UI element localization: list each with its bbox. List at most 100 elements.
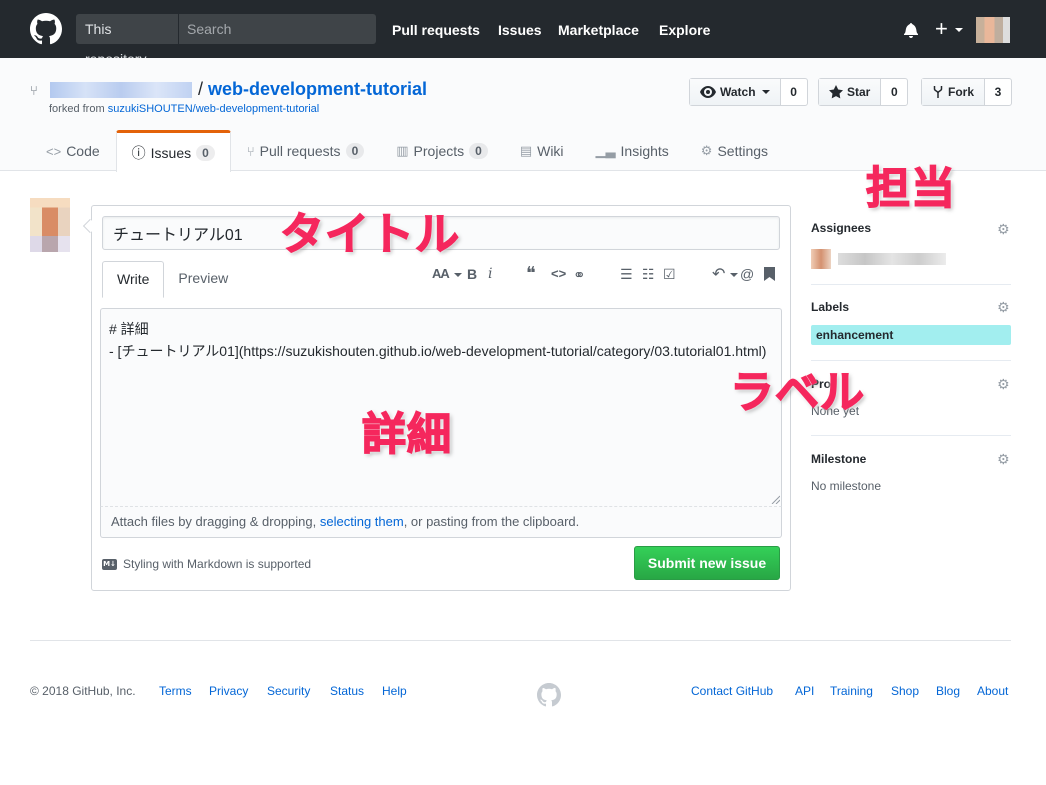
forked-from-prefix: forked from (49, 103, 105, 115)
text-size-button[interactable]: AA (432, 266, 450, 281)
user-avatar[interactable] (976, 17, 1010, 43)
milestone-gear-icon[interactable]: ⚙ (997, 451, 1011, 467)
sidebar-labels[interactable]: Labels ⚙ (811, 299, 1011, 315)
watch-count[interactable]: 0 (781, 79, 807, 105)
footer-link-api[interactable]: API (795, 684, 814, 698)
code-button[interactable]: <> (551, 266, 566, 281)
sidebar-milestone[interactable]: Milestone ⚙ (811, 451, 1011, 467)
tab-write[interactable]: Write (102, 261, 165, 298)
footer-link-terms[interactable]: Terms (159, 684, 192, 698)
milestone-value: No milestone (811, 479, 882, 493)
fork-button[interactable]: Fork (922, 79, 986, 105)
bold-button[interactable]: B (467, 266, 477, 282)
nav-issues[interactable]: Issues (498, 22, 542, 38)
annotation-label: ラベル (729, 366, 865, 419)
tab-pull-requests-label: Pull requests (259, 143, 341, 159)
assignee-name (838, 253, 946, 265)
repo-forked-icon: ⑂ (30, 83, 38, 98)
footer-link-about[interactable]: About (977, 684, 1008, 698)
star-button[interactable]: Star (819, 79, 882, 105)
bell-icon[interactable] (903, 22, 919, 38)
footer-link-shop[interactable]: Shop (891, 684, 919, 698)
project-icon: ▥ (396, 143, 409, 158)
tab-preview[interactable]: Preview (164, 261, 242, 297)
fork-count[interactable]: 3 (985, 79, 1011, 105)
ordered-list-button[interactable]: ☷ (642, 266, 655, 283)
chevron-down-icon[interactable] (730, 273, 738, 277)
search-form: This repository (76, 14, 376, 67)
reply-button[interactable]: ↶ (712, 264, 725, 284)
tab-issues-count: 0 (196, 144, 215, 161)
markdown-icon: M↓ (102, 558, 117, 570)
tab-pull-requests[interactable]: ⑂ Pull requests 0 (231, 130, 380, 171)
search-scope-label: This repository (76, 14, 179, 67)
nav-explore[interactable]: Explore (659, 22, 710, 38)
tab-wiki[interactable]: ▤ Wiki (504, 130, 580, 171)
tab-pull-requests-count: 0 (345, 143, 365, 159)
code-icon: <> (46, 143, 62, 159)
attach-files-bar[interactable]: Attach files by dragging & dropping, sel… (100, 506, 782, 538)
attach-text-post: , or pasting from the clipboard. (403, 514, 580, 529)
footer-link-training[interactable]: Training (830, 684, 873, 698)
tab-issues[interactable]: ⓘ Issues 0 (115, 130, 231, 172)
footer-link-status[interactable]: Status (330, 684, 364, 698)
markdown-note-text[interactable]: Styling with Markdown is supported (123, 557, 311, 571)
tab-projects[interactable]: ▥ Projects 0 (380, 130, 504, 171)
tab-insights[interactable]: ▁▃ Insights (580, 130, 685, 171)
github-footer-logo-icon[interactable] (537, 683, 561, 707)
tab-projects-count: 0 (469, 143, 488, 159)
assignee-avatar (811, 249, 831, 269)
nav-pull-requests[interactable]: Pull requests (392, 22, 480, 38)
nav-marketplace[interactable]: Marketplace (558, 22, 639, 38)
sidebar-assignees[interactable]: Assignees ⚙ (811, 221, 1011, 237)
footer-link-contact[interactable]: Contact GitHub (691, 684, 773, 698)
repo-name-link[interactable]: web-development-tutorial (208, 79, 427, 100)
attach-text-pre: Attach files by dragging & dropping, (111, 514, 320, 529)
submit-new-issue-button[interactable]: Submit new issue (634, 546, 780, 580)
unordered-list-button[interactable]: ☰ (620, 266, 633, 283)
create-new-caret-icon[interactable] (955, 28, 963, 32)
tab-settings-label: Settings (717, 143, 769, 159)
forked-from-link[interactable]: suzukiSHOUTEN/web-development-tutorial (108, 103, 320, 115)
git-pull-request-icon: ⑂ (246, 143, 255, 159)
create-new-plus-icon[interactable]: + (935, 17, 948, 41)
footer-link-privacy[interactable]: Privacy (209, 684, 248, 698)
select-files-link[interactable]: selecting them (320, 514, 404, 529)
footer-link-blog[interactable]: Blog (936, 684, 960, 698)
watch-button[interactable]: Watch (690, 79, 781, 105)
chevron-down-icon[interactable] (454, 273, 462, 277)
markdown-note: M↓ Styling with Markdown is supported (102, 557, 311, 571)
footer-copyright: © 2018 GitHub, Inc. (30, 684, 136, 698)
italic-button[interactable]: i (488, 266, 492, 282)
resize-handle-icon[interactable] (770, 494, 780, 504)
tab-settings[interactable]: ⚙ Settings (685, 130, 784, 171)
footer-divider (30, 640, 1011, 641)
graph-icon: ▁▃ (595, 143, 616, 158)
mention-button[interactable]: @ (740, 266, 754, 282)
tab-code[interactable]: <> Code (30, 130, 116, 171)
link-button[interactable]: ⚭ (573, 266, 586, 284)
footer-link-security[interactable]: Security (267, 684, 310, 698)
labels-gear-icon[interactable]: ⚙ (997, 299, 1011, 315)
fork-label: Fork (948, 85, 975, 99)
repo-owner-link[interactable] (50, 82, 192, 98)
issue-opened-icon: ⓘ (131, 144, 146, 161)
footer-link-help[interactable]: Help (382, 684, 407, 698)
tab-issues-label: Issues (150, 144, 192, 161)
label-enhancement[interactable]: enhancement (811, 325, 1011, 345)
bookmark-icon[interactable] (764, 267, 775, 281)
gear-icon: ⚙ (700, 143, 713, 158)
github-logo-icon[interactable] (30, 13, 62, 45)
annotation-title: タイトル (279, 208, 460, 261)
quote-button[interactable]: ❝ (526, 263, 536, 284)
watch-button-group: Watch 0 (689, 78, 808, 106)
forked-from-note: forked from suzukiSHOUTEN/web-developmen… (49, 103, 319, 115)
task-list-button[interactable]: ☑ (663, 266, 676, 283)
sidebar-divider (811, 284, 1011, 285)
fork-button-group: Fork 3 (921, 78, 1013, 106)
projects-gear-icon[interactable]: ⚙ (997, 376, 1011, 392)
author-avatar[interactable] (30, 198, 70, 252)
search-input[interactable] (179, 14, 376, 44)
star-count[interactable]: 0 (881, 79, 907, 105)
assignees-gear-icon[interactable]: ⚙ (997, 221, 1011, 237)
